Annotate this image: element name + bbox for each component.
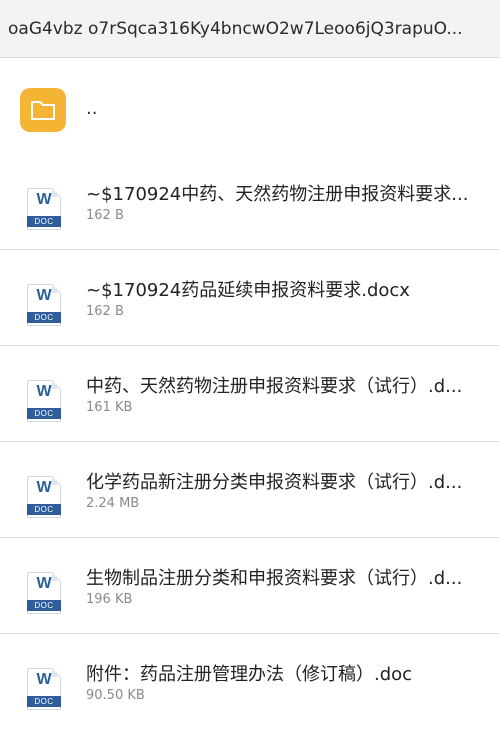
list-item[interactable]: W DOC 化学药品新注册分类申报资料要求（试行）.d... 2.24 MB [0,442,500,538]
file-size: 90.50 KB [86,688,145,703]
file-size: 196 KB [86,592,133,607]
doc-file-icon: W DOC [27,284,61,326]
doc-file-icon: W DOC [27,380,61,422]
file-name: ~$170924中药、天然药物注册申报资料要求... [86,184,469,205]
file-name: ~$170924药品延续申报资料要求.docx [86,280,410,301]
doc-file-icon: W DOC [27,668,61,710]
list-item[interactable]: W DOC 生物制品注册分类和申报资料要求（试行）.d... 196 KB [0,538,500,634]
path-bar: oaG4vbz o7rSqca316Ky4bncwO2w7Leoo6jQ3rap… [0,0,500,58]
list-item[interactable]: W DOC ~$170924中药、天然药物注册申报资料要求... 162 B [0,154,500,250]
file-name: 附件：药品注册管理办法（修订稿）.doc [86,664,413,685]
list-item[interactable]: W DOC 中药、天然药物注册申报资料要求（试行）.d... 161 KB [0,346,500,442]
parent-folder-item[interactable]: .. [0,58,500,154]
file-size: 2.24 MB [86,496,140,511]
list-item[interactable]: W DOC 附件：药品注册管理办法（修订稿）.doc 90.50 KB [0,634,500,730]
current-path: oaG4vbz o7rSqca316Ky4bncwO2w7Leoo6jQ3rap… [8,18,463,39]
file-name: 中药、天然药物注册申报资料要求（试行）.d... [86,376,463,397]
doc-file-icon: W DOC [27,572,61,614]
file-size: 161 KB [86,400,133,415]
file-name: 化学药品新注册分类申报资料要求（试行）.d... [86,472,463,493]
doc-file-icon: W DOC [27,476,61,518]
parent-folder-label: .. [86,98,98,119]
file-size: 162 B [86,304,124,319]
file-list: .. W DOC ~$170924中药、天然药物注册申报资料要求... 162 … [0,58,500,730]
list-item[interactable]: W DOC ~$170924药品延续申报资料要求.docx 162 B [0,250,500,346]
file-name: 生物制品注册分类和申报资料要求（试行）.d... [86,568,463,589]
folder-icon [20,88,66,132]
file-size: 162 B [86,208,124,223]
doc-file-icon: W DOC [27,188,61,230]
file-browser: oaG4vbz o7rSqca316Ky4bncwO2w7Leoo6jQ3rap… [0,0,500,734]
